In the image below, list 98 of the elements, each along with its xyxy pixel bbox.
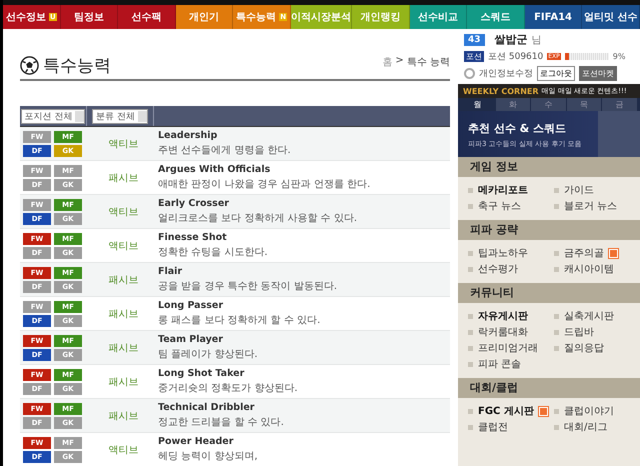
skill-type: 액티브 bbox=[108, 240, 140, 252]
bullet-icon bbox=[554, 408, 559, 414]
skill-description: 주변 선수들에게 명령을 한다. bbox=[158, 144, 291, 157]
nav-item[interactable]: 스쿼드 bbox=[467, 5, 525, 29]
page-title: 특수능력 bbox=[43, 55, 111, 77]
banner-title: 추천 선수 & 스쿼드 bbox=[468, 121, 568, 136]
menu-link[interactable]: 질의응답 bbox=[564, 341, 604, 355]
menu-link[interactable]: 프리미엄거래 bbox=[478, 341, 538, 355]
section-header: 게임 정보 bbox=[458, 157, 640, 177]
skill-description: 정확한 슈팅을 시도한다. bbox=[158, 246, 268, 259]
skill-description: 공을 받을 경우 특수한 동작이 발동된다. bbox=[158, 280, 338, 293]
menu-link[interactable]: 금주의골 bbox=[564, 246, 604, 260]
skill-type: 패시브 bbox=[108, 410, 140, 422]
level-badge: 43 bbox=[464, 34, 485, 46]
section-header: 피파 공략 bbox=[458, 220, 640, 240]
menu-link[interactable]: 드립바 bbox=[564, 325, 594, 339]
skill-description: 롱 패스를 보다 정확하게 할 수 있다. bbox=[158, 314, 320, 327]
menu-link[interactable]: 캐시아이템 bbox=[564, 262, 614, 276]
skill-type: 패시브 bbox=[108, 172, 140, 184]
nav-item[interactable]: 팀정보 bbox=[60, 5, 118, 29]
nav-item[interactable]: 선수팩 bbox=[118, 5, 176, 29]
honorific-text: 님 bbox=[532, 34, 542, 46]
bullet-icon bbox=[468, 250, 473, 256]
bullet-icon bbox=[468, 424, 473, 430]
user-name: 쌀밥군 bbox=[494, 32, 528, 47]
menu-link[interactable]: 자유게시판 bbox=[478, 309, 528, 323]
photo-placeholder bbox=[598, 111, 640, 157]
menu-link[interactable]: 축구 뉴스 bbox=[478, 199, 522, 213]
bullet-icon bbox=[554, 330, 559, 334]
edit-profile-link[interactable]: 개인정보수정 bbox=[479, 67, 533, 80]
skill-description: 팀 플레이가 향상된다. bbox=[158, 348, 258, 361]
exp-percent: 9% bbox=[612, 52, 626, 61]
skill-description: 애매한 판정이 나왔을 경우 심판과 언쟁를 한다. bbox=[158, 178, 370, 191]
bullet-icon bbox=[468, 408, 473, 414]
menu-link[interactable]: 팁과노하우 bbox=[478, 246, 528, 260]
menu-link[interactable]: 클럽이야기 bbox=[564, 404, 614, 418]
breadcrumb-current: 특수 능력 bbox=[406, 56, 450, 69]
skill-name: Finesse Shot bbox=[158, 232, 228, 243]
filter-dropdown[interactable]: 분류 전체 bbox=[92, 108, 148, 124]
nav-item[interactable]: FIFA14 bbox=[524, 5, 582, 29]
bullet-icon bbox=[554, 204, 559, 208]
bullet-icon bbox=[468, 362, 473, 366]
potion-badge: 포션 bbox=[464, 51, 484, 62]
bullet-icon bbox=[554, 250, 559, 256]
bullet-icon bbox=[468, 204, 473, 208]
menu-link[interactable]: 실축게시판 bbox=[564, 309, 614, 323]
soccer-ball-icon bbox=[20, 56, 39, 75]
logout-button[interactable]: 로그아웃 bbox=[537, 66, 575, 81]
nav-item[interactable]: 선수비교 bbox=[410, 5, 468, 29]
skill-name: Power Header bbox=[158, 436, 234, 447]
bullet-icon bbox=[468, 188, 473, 192]
skill-name: Leadership bbox=[158, 130, 218, 141]
potion-count: 포션 509610 bbox=[488, 51, 544, 63]
skill-name: Long Shot Taker bbox=[158, 368, 246, 379]
bullet-icon bbox=[554, 346, 559, 350]
bullet-icon bbox=[554, 424, 559, 430]
bullet-icon bbox=[554, 314, 559, 318]
bullet-icon bbox=[468, 346, 473, 350]
skill-name: Team Player bbox=[158, 334, 224, 345]
breadcrumb-separator: > bbox=[395, 55, 404, 68]
skill-type: 패시브 bbox=[108, 274, 140, 286]
skill-description: 얼리크로스를 보다 정확하게 사용할 수 있다. bbox=[158, 212, 358, 225]
bullet-icon bbox=[468, 314, 473, 318]
section-header: 커뮤니티 bbox=[458, 283, 640, 303]
skill-description: 헤딩 능력이 향상되며, bbox=[158, 450, 258, 463]
menu-link[interactable]: 선수평가 bbox=[478, 262, 518, 276]
skill-type: 패시브 bbox=[108, 308, 140, 320]
section-header: 대회/클럽 bbox=[458, 378, 640, 398]
skill-type: 액티브 bbox=[108, 444, 140, 456]
bullet-icon bbox=[468, 330, 473, 334]
menu-link[interactable]: 락커룸대화 bbox=[478, 325, 528, 339]
menu-link[interactable]: 피파 콘솔 bbox=[478, 357, 522, 371]
skill-type: 패시브 bbox=[108, 376, 140, 388]
bullet-icon bbox=[468, 266, 473, 272]
skill-name: Flair bbox=[158, 266, 184, 277]
skill-description: 중거리슛의 정확도가 향상된다. bbox=[158, 382, 298, 395]
new-badge-icon bbox=[609, 248, 618, 258]
filter-dropdown[interactable]: 포지션 전체 bbox=[20, 108, 86, 124]
bullet-icon bbox=[554, 188, 559, 192]
menu-link[interactable]: 메카리포트 bbox=[478, 183, 528, 197]
skill-type: 패시브 bbox=[108, 342, 140, 354]
menu-link[interactable]: FGC 게시판 bbox=[478, 404, 534, 418]
menu-link[interactable]: 가이드 bbox=[564, 183, 594, 197]
skill-description: 정교한 드리블을 할 수 있다. bbox=[158, 416, 284, 429]
menu-link[interactable]: 블로거 뉴스 bbox=[564, 199, 618, 213]
menu-link[interactable]: 클럽전 bbox=[478, 420, 508, 434]
skill-name: Technical Dribbler bbox=[158, 402, 256, 413]
weekly-title: WEEKLY CORNER bbox=[463, 86, 539, 96]
new-badge-icon bbox=[538, 406, 548, 416]
skill-name: Argues With Officials bbox=[158, 164, 272, 175]
menu-link[interactable]: 대회/리그 bbox=[564, 420, 608, 434]
nav-item[interactable]: 얼티밋 선수 bbox=[582, 5, 640, 29]
skill-type: 액티브 bbox=[108, 138, 140, 150]
potion-market-button[interactable]: 포션마켓 bbox=[579, 66, 617, 81]
skill-name: Long Passer bbox=[158, 300, 224, 311]
skill-name: Early Crosser bbox=[158, 198, 230, 209]
skill-type: 액티브 bbox=[108, 206, 140, 218]
bullet-icon bbox=[554, 266, 559, 272]
